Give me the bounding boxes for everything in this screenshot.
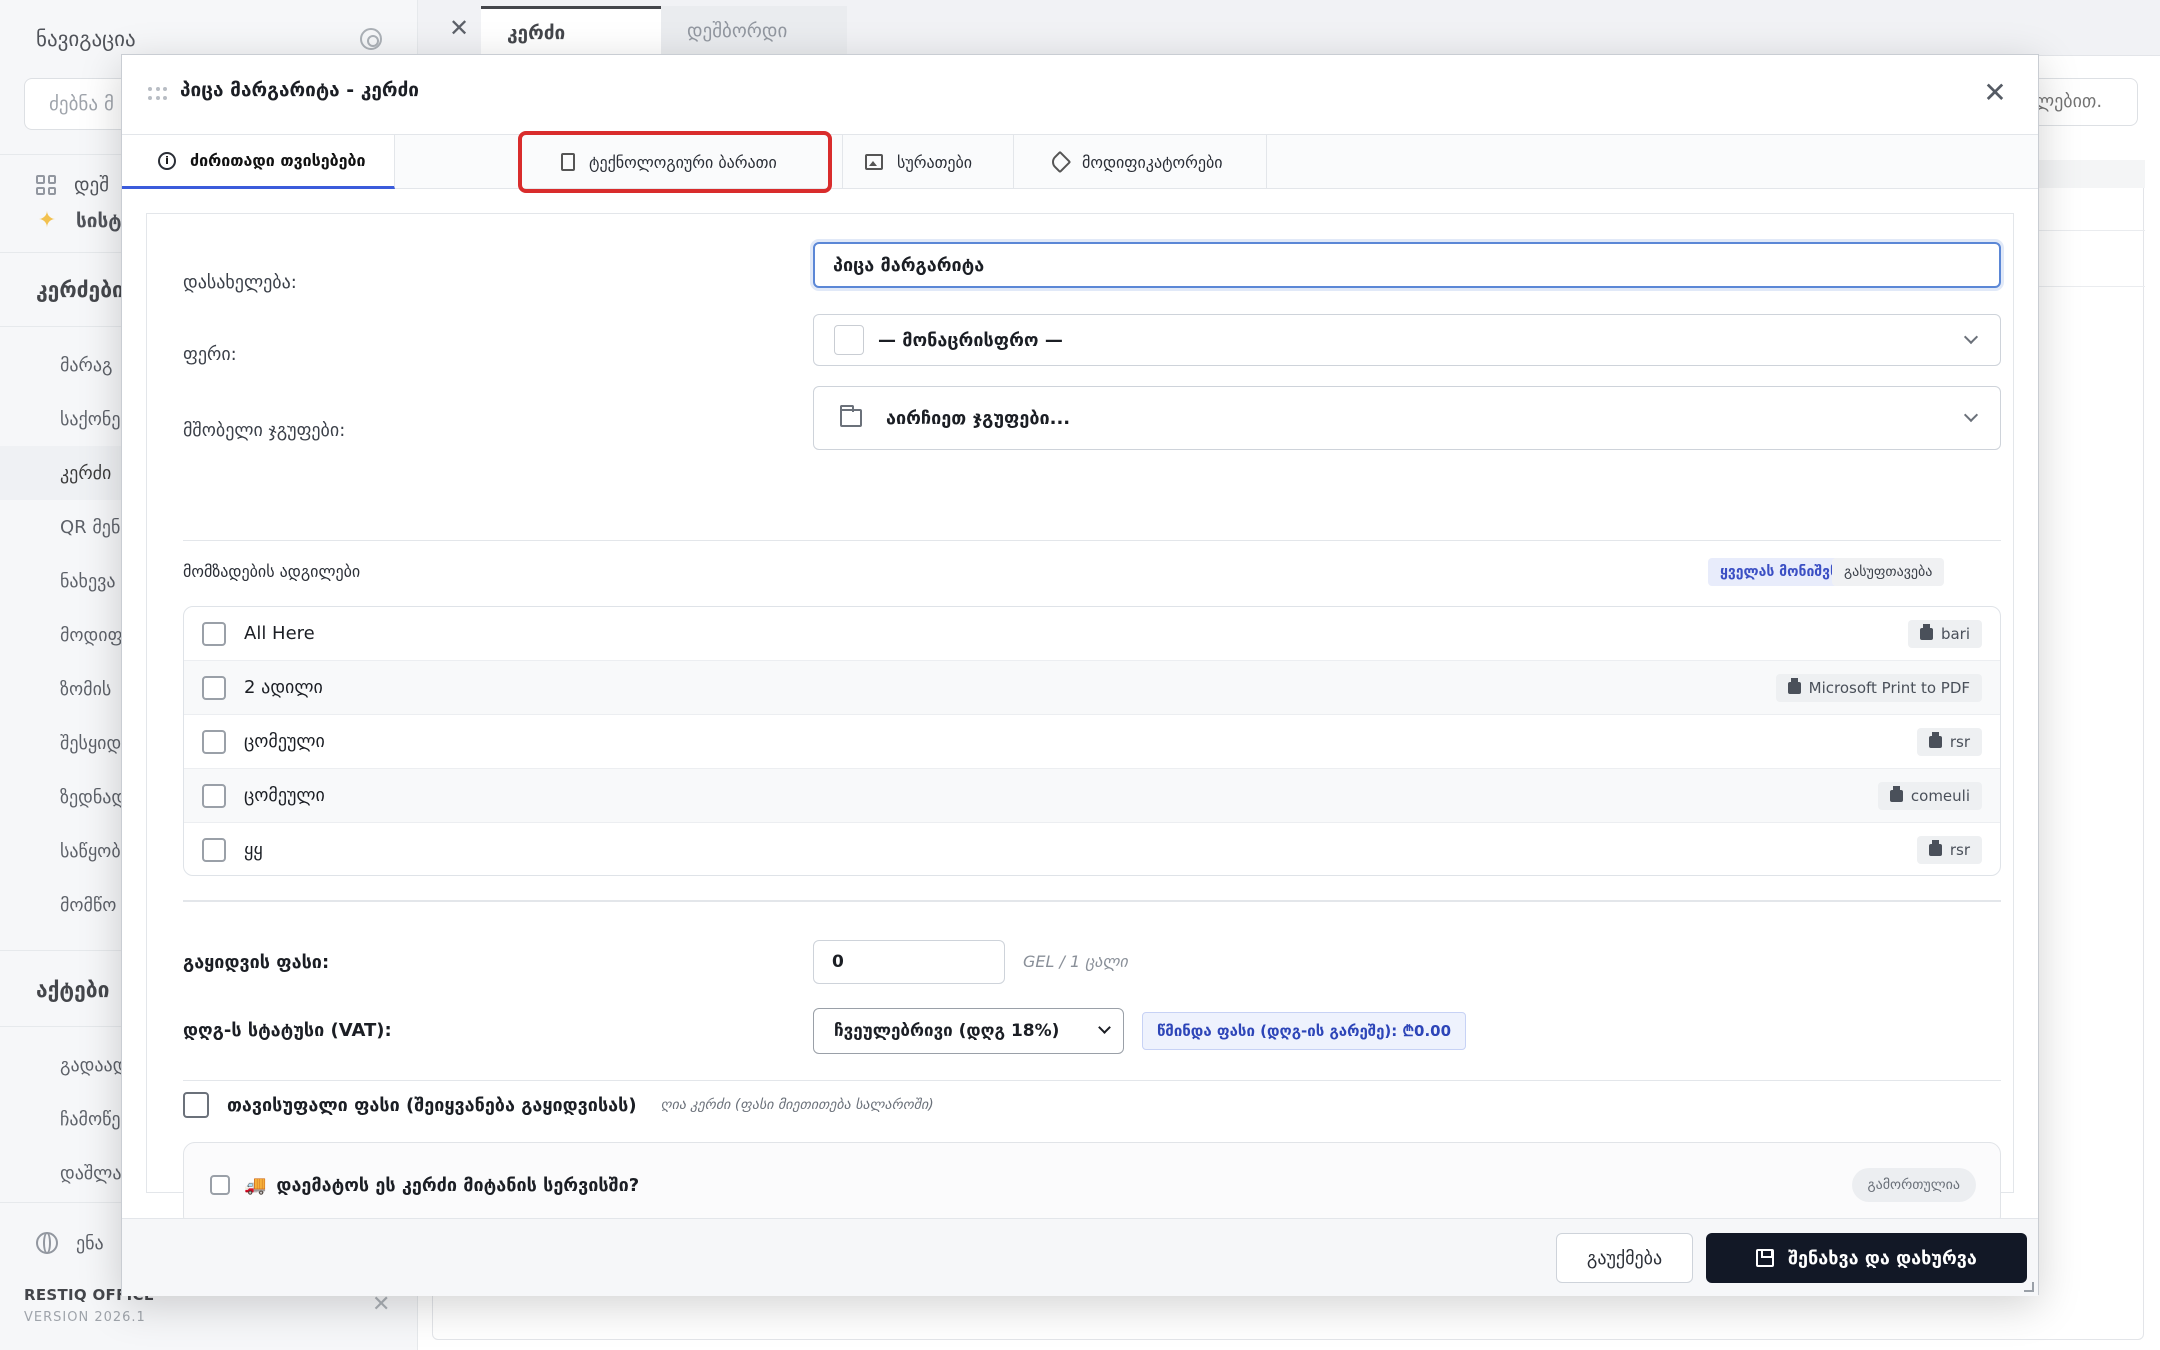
modal-tabs: i ძირითადი თვისებები ტექნოლოგიური ბარათი… [122, 135, 2038, 189]
free-price-hint: ღია კერძი (ფასი მიეთითება სალაროში) [660, 1097, 934, 1113]
sale-price-label: გაყიდვის ფასი: [183, 952, 330, 973]
chevron-down-icon [1963, 329, 1979, 345]
printer-badge: rsr [1916, 836, 1982, 864]
location-checkbox[interactable] [202, 675, 226, 700]
list-item[interactable]: ყყ rsr [184, 823, 2000, 875]
list-item[interactable]: 2 ადილი Microsoft Print to PDF [184, 661, 2000, 715]
tab-basic-properties[interactable]: i ძირითადი თვისებები [122, 135, 395, 189]
net-price-badge: წმინდა ფასი (დღგ-ის გარეშე): ₾0.00 [1142, 1012, 1467, 1050]
name-label: დასახელება: [183, 272, 297, 293]
sale-price-input[interactable]: 0 [813, 940, 1005, 984]
free-price-label: თავისუფალი ფასი (შეიყვანება გაყიდვისას) [227, 1094, 637, 1116]
divider [183, 1080, 2001, 1081]
printer-icon [1919, 623, 1933, 640]
printer-badge: bari [1907, 619, 1982, 648]
folder-icon [840, 405, 862, 427]
printer-icon [1787, 677, 1801, 694]
tab-highlight-annotation [518, 131, 832, 193]
printer-icon [1889, 785, 1903, 802]
parent-groups-value: აირჩიეთ ჯგუფები... [886, 407, 1071, 429]
vat-status-select[interactable]: ჩვეულებრივი (დღგ 18%) [813, 1008, 1124, 1054]
list-item[interactable]: ცომეული rsr [184, 715, 2000, 769]
save-button-label: შენახვა და დახურვა [1788, 1247, 1977, 1269]
location-name: All Here [244, 623, 315, 644]
prep-locations-list: All Here bari 2 ადილი Microsoft Print to… [183, 606, 2001, 876]
vat-status-value: ჩვეულებრივი (დღგ 18%) [834, 1021, 1060, 1041]
modal-body: დასახელება: პიცა მარგარიტა ფერი: — მონაც… [146, 213, 2014, 1228]
delivery-service-option: 🚚 დაემატოს ეს კერძი მიტანის სერვისში? გა… [183, 1142, 2001, 1228]
printer-badge: comeuli [1877, 781, 1982, 810]
cancel-button[interactable]: გაუქმება [1556, 1233, 1693, 1283]
color-label: ფერი: [183, 344, 237, 365]
price-unit: GEL / 1 ცალი [1023, 952, 1128, 971]
printer-icon [1928, 840, 1942, 856]
location-checkbox[interactable] [202, 729, 226, 754]
resize-handle-icon[interactable] [2024, 1282, 2034, 1292]
chevron-down-icon [1098, 1021, 1111, 1034]
location-checkbox[interactable] [202, 783, 226, 808]
list-item[interactable]: ცომეული comeuli [184, 769, 2000, 823]
printer-name: rsr [1949, 732, 1970, 751]
tab-modifiers[interactable]: მოდიფიკატორები [1014, 135, 1267, 189]
prep-locations-title: მომზადების ადგილები [183, 562, 361, 581]
drag-handle-icon[interactable] [148, 87, 168, 101]
save-icon [1756, 1249, 1775, 1267]
close-icon[interactable]: ✕ [1977, 75, 2013, 111]
printer-name: bari [1940, 624, 1970, 643]
printer-name: comeuli [1910, 786, 1970, 805]
location-checkbox[interactable] [202, 621, 226, 646]
tag-icon [1048, 150, 1072, 174]
vat-status-label: დღგ-ს სტატუსი (VAT): [183, 1020, 392, 1041]
printer-badge: rsr [1916, 727, 1982, 756]
truck-icon: 🚚 [244, 1174, 267, 1196]
delivery-checkbox[interactable] [210, 1175, 230, 1195]
location-name: ყყ [244, 839, 263, 861]
modal-footer: გაუქმება შენახვა და დახურვა [122, 1218, 2038, 1296]
parent-groups-select[interactable]: აირჩიეთ ჯგუფები... [813, 386, 2001, 450]
printer-badge: Microsoft Print to PDF [1775, 673, 1982, 702]
printer-icon [1928, 731, 1942, 748]
location-checkbox[interactable] [202, 838, 226, 862]
dish-modal: პიცა მარგარიტა - კერძი ✕ i ძირითადი თვის… [121, 54, 2039, 1296]
color-value: — მონაცრისფრო — [878, 329, 1063, 351]
clear-button[interactable]: გასუფთავება [1832, 558, 1945, 586]
parent-groups-label: მშობელი ჯგუფები: [183, 420, 346, 441]
divider [183, 900, 2001, 902]
save-and-close-button[interactable]: შენახვა და დახურვა [1706, 1233, 2027, 1283]
printer-name: rsr [1949, 841, 1970, 859]
divider [183, 540, 2001, 541]
name-input[interactable]: პიცა მარგარიტა [813, 242, 2001, 288]
color-swatch [834, 325, 864, 355]
chevron-down-icon [1963, 407, 1979, 423]
modal-header: პიცა მარგარიტა - კერძი ✕ [122, 55, 2038, 135]
location-name: ცომეული [244, 785, 325, 806]
free-price-checkbox[interactable] [183, 1092, 209, 1118]
tab-label: სურათები [897, 152, 973, 172]
modal-title: პიცა მარგარიტა - კერძი [180, 79, 420, 101]
tab-label: მოდიფიკატორები [1082, 152, 1223, 172]
tab-label: ძირითადი თვისებები [190, 151, 366, 170]
delivery-status-badge: გამორთულია [1851, 1168, 1976, 1202]
tab-images[interactable]: სურათები [843, 135, 1014, 189]
location-name: ცომეული [244, 731, 325, 752]
list-item[interactable]: All Here bari [184, 607, 2000, 661]
free-price-option[interactable]: თავისუფალი ფასი (შეიყვანება გაყიდვისას) … [183, 1092, 934, 1118]
info-icon: i [158, 151, 176, 170]
printer-name: Microsoft Print to PDF [1808, 678, 1970, 697]
delivery-label: დაემატოს ეს კერძი მიტანის სერვისში? [276, 1174, 640, 1196]
location-name: 2 ადილი [244, 677, 323, 698]
image-icon [865, 154, 883, 170]
color-select[interactable]: — მონაცრისფრო — [813, 314, 2001, 366]
